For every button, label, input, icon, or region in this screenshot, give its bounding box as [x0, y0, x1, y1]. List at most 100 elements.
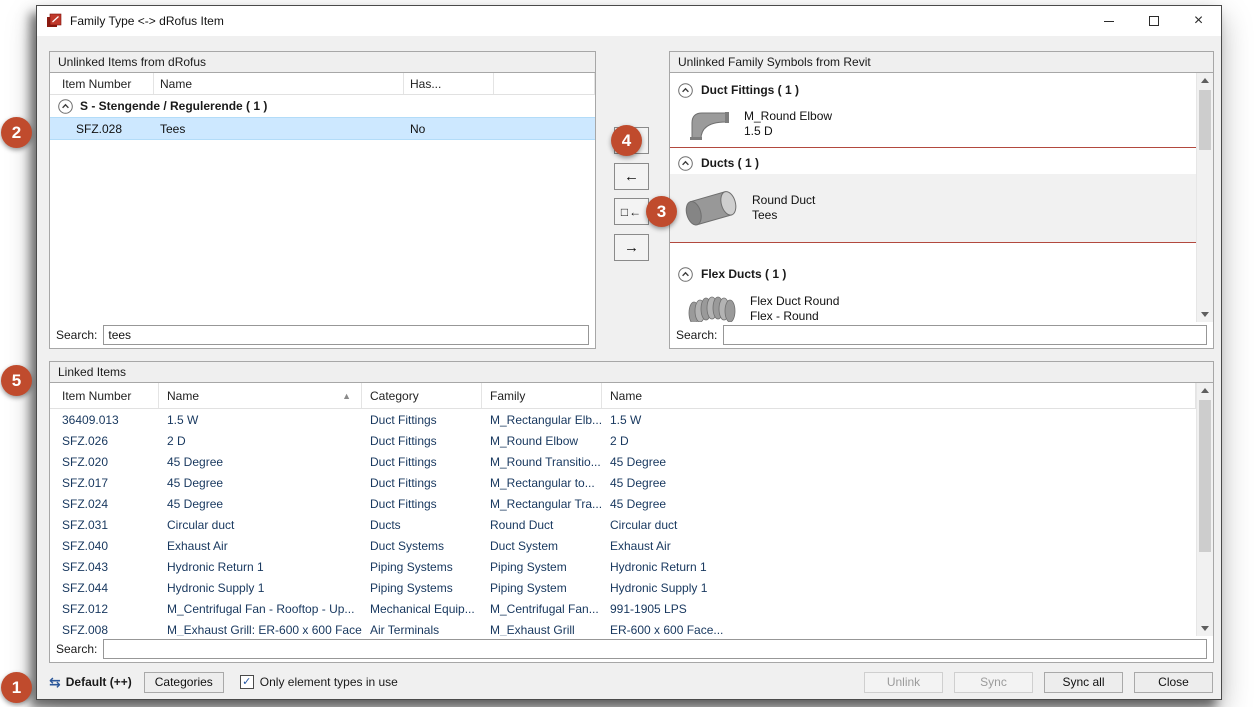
group-label: S - Stengende / Regulerende ( 1 ) — [80, 99, 267, 113]
minimize-icon — [1104, 21, 1114, 22]
app-icon — [46, 13, 62, 29]
column-header-item-number[interactable]: Item Number — [50, 383, 159, 408]
column-header-name[interactable]: Name — [154, 73, 404, 94]
linked-items-list: Item Number Name ▲ Category Family Name … — [50, 383, 1213, 636]
cell-name: 45 Degree — [159, 455, 362, 469]
cell-family: Duct System — [482, 539, 602, 553]
cell-category: Air Terminals — [362, 623, 482, 637]
drofus-item-row-selected[interactable]: SFZ.028 Tees No — [50, 117, 595, 140]
cell-item-number: SFZ.043 — [50, 560, 159, 574]
cell-type-name: 45 Degree — [602, 497, 1196, 511]
sync-button[interactable]: Sync — [954, 672, 1033, 693]
cell-category: Duct Fittings — [362, 434, 482, 448]
cell-family: M_Rectangular Elb... — [482, 413, 602, 427]
minimize-button[interactable] — [1086, 6, 1131, 36]
callout-4: 4 — [611, 125, 642, 156]
maximize-button[interactable] — [1131, 6, 1176, 36]
scroll-down-icon[interactable] — [1197, 621, 1213, 636]
chevron-up-circle-icon — [678, 83, 693, 98]
column-header-type-name[interactable]: Name — [602, 383, 1196, 408]
unlinked-revit-header: Unlinked Family Symbols from Revit — [670, 52, 1213, 73]
scroll-thumb[interactable] — [1199, 400, 1211, 552]
cell-item-number: SFZ.024 — [50, 497, 159, 511]
cell-name: Exhaust Air — [159, 539, 362, 553]
close-button[interactable]: × — [1176, 6, 1221, 36]
scroll-up-icon[interactable] — [1197, 73, 1213, 88]
check-icon: ✓ — [242, 677, 251, 688]
revit-list-scrollbar[interactable] — [1196, 73, 1213, 322]
scroll-track[interactable] — [1197, 398, 1213, 621]
close-icon: × — [1194, 12, 1203, 30]
column-header-category[interactable]: Category — [362, 383, 482, 408]
callout-1: 1 — [1, 672, 32, 703]
chevron-up-circle-icon — [58, 99, 73, 114]
cell-category: Mechanical Equip... — [362, 602, 482, 616]
categories-button[interactable]: Categories — [144, 672, 224, 693]
table-row[interactable]: SFZ.040 Exhaust Air Duct Systems Duct Sy… — [50, 535, 1196, 556]
cell-type-name: Circular duct — [602, 518, 1196, 532]
arrow-right-icon: → — [624, 239, 639, 256]
drofus-search-row: Search: — [50, 322, 595, 348]
close-dialog-button[interactable]: Close — [1134, 672, 1213, 693]
scroll-track[interactable] — [1197, 88, 1213, 307]
table-row[interactable]: SFZ.008 M_Exhaust Grill: ER-600 x 600 Fa… — [50, 619, 1196, 636]
only-in-use-label: Only element types in use — [260, 675, 398, 689]
table-row[interactable]: 36409.013 1.5 W Duct Fittings M_Rectangu… — [50, 409, 1196, 430]
table-row[interactable]: SFZ.017 45 Degree Duct Fittings M_Rectan… — [50, 472, 1196, 493]
linked-search-input[interactable] — [103, 639, 1207, 659]
link-to-selected-button[interactable]: □← — [614, 198, 649, 225]
cell-name: M_Exhaust Grill: ER-600 x 600 Face... — [159, 623, 362, 637]
cell-item-number: 36409.013 — [50, 413, 159, 427]
cell-type-name: 1.5 W — [602, 413, 1196, 427]
unlink-button[interactable]: Unlink — [864, 672, 943, 693]
cell-type-name: 45 Degree — [602, 476, 1196, 490]
drofus-search-input[interactable] — [103, 325, 589, 345]
column-header-family[interactable]: Family — [482, 383, 602, 408]
unlinked-drofus-panel: Unlinked Items from dRofus Item Number N… — [49, 51, 596, 349]
column-header-item-number[interactable]: Item Number — [50, 73, 154, 94]
scroll-up-icon[interactable] — [1197, 383, 1213, 398]
table-row[interactable]: SFZ.026 2 D Duct Fittings M_Round Elbow … — [50, 430, 1196, 451]
title-bar[interactable]: Family Type <-> dRofus Item × — [37, 6, 1221, 36]
linked-list-scrollbar[interactable] — [1196, 383, 1213, 636]
revit-group-flex-ducts[interactable]: Flex Ducts ( 1 ) — [670, 263, 1196, 285]
symbol-type-name: Tees — [752, 208, 815, 223]
cell-family: M_Centrifugal Fan... — [482, 602, 602, 616]
family-symbol-flex-duct[interactable]: Flex Duct Round Flex - Round — [670, 285, 1196, 322]
cell-name: 45 Degree — [159, 476, 362, 490]
table-row[interactable]: SFZ.012 M_Centrifugal Fan - Rooftop - Up… — [50, 598, 1196, 619]
callout-2: 2 — [1, 117, 32, 148]
column-header-has[interactable]: Has... — [404, 73, 494, 94]
drofus-group-row[interactable]: S - Stengende / Regulerende ( 1 ) — [50, 95, 595, 117]
table-row[interactable]: SFZ.024 45 Degree Duct Fittings M_Rectan… — [50, 493, 1196, 514]
cell-category: Ducts — [362, 518, 482, 532]
flex-duct-image — [686, 291, 738, 322]
cell-type-name: ER-600 x 600 Face... — [602, 623, 1196, 637]
cell-family: M_Round Transitio... — [482, 455, 602, 469]
table-row[interactable]: SFZ.043 Hydronic Return 1 Piping Systems… — [50, 556, 1196, 577]
scroll-thumb[interactable] — [1199, 90, 1211, 150]
table-row[interactable]: SFZ.020 45 Degree Duct Fittings M_Round … — [50, 451, 1196, 472]
column-header-name-sorted[interactable]: Name ▲ — [159, 383, 362, 408]
move-left-button[interactable]: ← — [614, 163, 649, 190]
maximize-icon — [1149, 16, 1159, 26]
revit-group-ducts[interactable]: Ducts ( 1 ) — [670, 152, 1196, 174]
family-symbol-round-duct[interactable]: Round Duct Tees — [670, 174, 1196, 243]
only-in-use-checkbox[interactable]: ✓ — [240, 675, 254, 689]
family-type-drofus-dialog: Family Type <-> dRofus Item × Unlinked I… — [36, 5, 1222, 700]
table-row[interactable]: SFZ.044 Hydronic Supply 1 Piping Systems… — [50, 577, 1196, 598]
table-row[interactable]: SFZ.031 Circular duct Ducts Round Duct C… — [50, 514, 1196, 535]
move-right-button[interactable]: → — [614, 234, 649, 261]
family-symbol-round-elbow[interactable]: M_Round Elbow 1.5 D — [670, 101, 1196, 148]
round-duct-image — [684, 186, 740, 230]
revit-search-row: Search: — [670, 322, 1213, 348]
revit-search-input[interactable] — [723, 325, 1207, 345]
profile-label: Default (++) — [66, 675, 132, 689]
callout-3: 3 — [646, 196, 677, 227]
scroll-down-icon[interactable] — [1197, 307, 1213, 322]
chevron-up-circle-icon — [678, 267, 693, 282]
revit-group-duct-fittings[interactable]: Duct Fittings ( 1 ) — [670, 79, 1196, 101]
cell-category: Duct Fittings — [362, 476, 482, 490]
cell-category: Duct Fittings — [362, 497, 482, 511]
sync-all-button[interactable]: Sync all — [1044, 672, 1123, 693]
